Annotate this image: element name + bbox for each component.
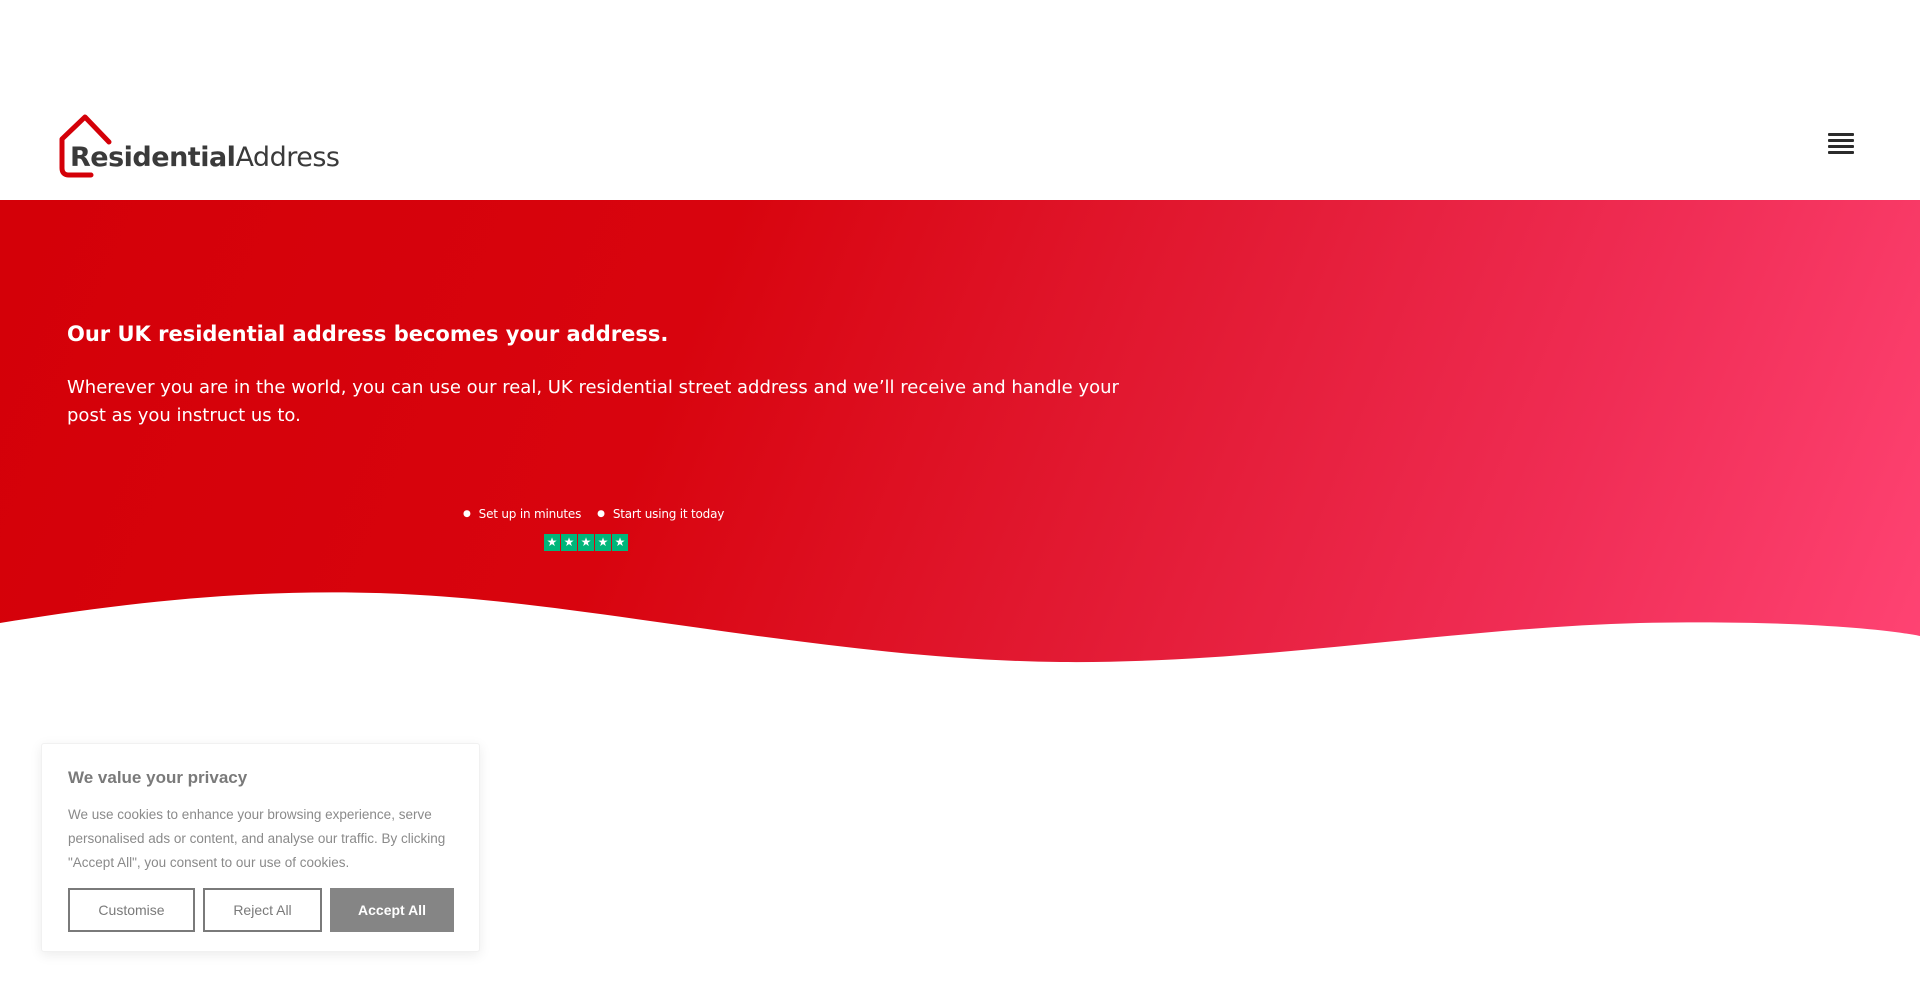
hero-wave-divider [0, 592, 1920, 680]
menu-bar [1828, 139, 1854, 142]
trustpilot-star-icon: ★ [544, 534, 560, 551]
menu-bar [1828, 145, 1854, 148]
menu-bar [1828, 133, 1854, 136]
hero-paragraph: Wherever you are in the world, you can u… [67, 377, 1119, 426]
logo-text-bold: Residential [70, 142, 236, 173]
check-icon: ● [597, 509, 605, 519]
feature-list: ● Set up in minutes ● Start using it tod… [463, 506, 724, 522]
reject-all-button[interactable]: Reject All [203, 888, 322, 932]
trustpilot-star-icon: ★ [578, 534, 594, 551]
hero-section: Our UK residential address becomes your … [0, 200, 1920, 680]
trustpilot-star-icon: ★ [595, 534, 611, 551]
menu-bar [1828, 151, 1854, 154]
accept-all-button[interactable]: Accept All [330, 888, 454, 932]
feature-label: Start using it today [612, 507, 725, 521]
cookie-consent-banner: We value your privacy We use cookies to … [41, 743, 480, 952]
check-icon: ● [463, 509, 471, 519]
feature-item: ● Start using it today [597, 507, 724, 521]
cookie-banner-text: We use cookies to enhance your browsing … [68, 807, 446, 870]
feature-item: ● Set up in minutes [463, 507, 581, 521]
logo-text-light: Address [235, 142, 340, 173]
hero-heading: Our UK residential address becomes your … [67, 322, 669, 346]
trustpilot-rating[interactable]: ★ ★ ★ ★ ★ [544, 534, 628, 551]
logo-wordmark: ResidentialAddress [70, 142, 340, 173]
site-logo[interactable]: ResidentialAddress [57, 114, 340, 182]
hamburger-menu-icon[interactable] [1828, 133, 1854, 159]
trustpilot-star-icon: ★ [561, 534, 577, 551]
trustpilot-star-icon: ★ [612, 534, 628, 551]
customise-button[interactable]: Customise [68, 888, 195, 932]
cookie-banner-actions: Customise Reject All Accept All [68, 888, 454, 932]
cookie-banner-title: We value your privacy [68, 768, 248, 787]
site-header: ResidentialAddress [0, 0, 1920, 200]
feature-label: Set up in minutes [478, 507, 582, 521]
